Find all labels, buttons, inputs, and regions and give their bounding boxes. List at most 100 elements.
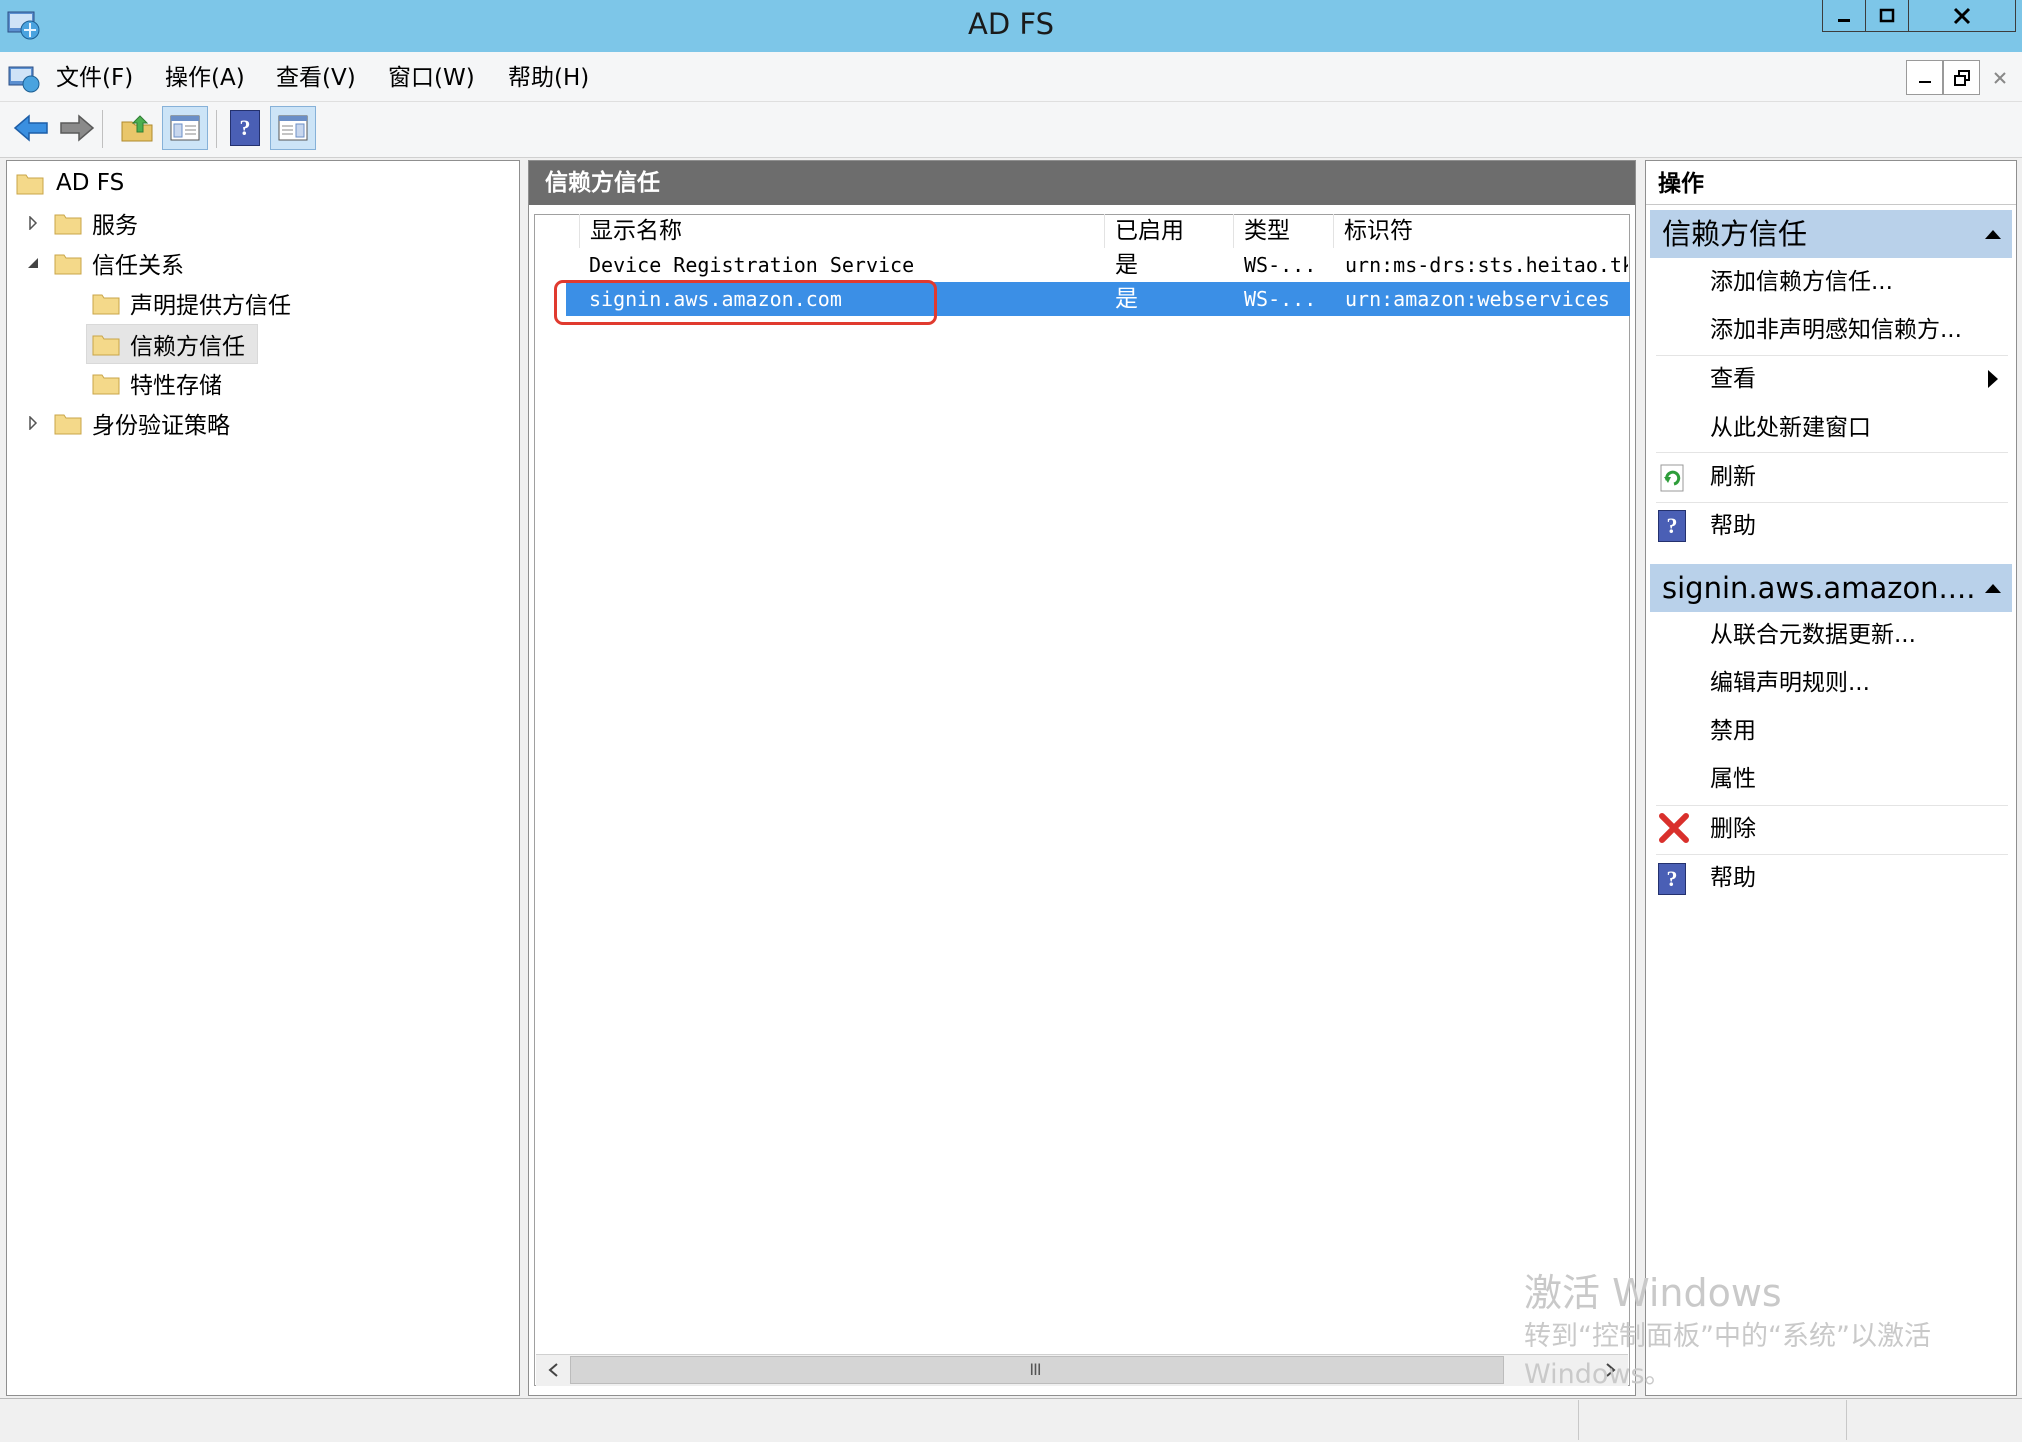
- collapse-triangle-icon[interactable]: [1982, 224, 2004, 244]
- menu-help[interactable]: 帮助(H): [504, 60, 593, 96]
- activation-watermark-title: 激活 Windows: [1524, 1271, 1782, 1315]
- minimize-icon: [1918, 80, 1931, 83]
- menu-window[interactable]: 窗口(W): [384, 60, 479, 96]
- tree-item-label: AD FS: [56, 170, 125, 196]
- actions-section-selected-item[interactable]: signin.aws.amazon....: [1650, 564, 2012, 612]
- folder-icon: [54, 412, 82, 435]
- show-hide-action-pane-icon: [278, 115, 308, 141]
- toolbar-separator: [102, 110, 103, 148]
- action-view[interactable]: 查看: [1650, 355, 2012, 403]
- submenu-arrow-icon: [1986, 368, 2000, 390]
- column-header-identifier[interactable]: 标识符: [1334, 214, 1628, 248]
- up-one-level-button[interactable]: [114, 106, 160, 150]
- show-hide-tree-icon: [170, 115, 200, 141]
- cell-display-name: Device Registration Service: [589, 253, 915, 277]
- collapse-triangle-icon[interactable]: [1982, 578, 2004, 598]
- menu-file[interactable]: 文件(F): [52, 60, 137, 96]
- tree-item-authentication-policies[interactable]: 身份验证策略: [26, 404, 230, 442]
- action-properties[interactable]: 属性: [1650, 755, 2012, 803]
- column-header-enabled[interactable]: 已启用: [1105, 214, 1234, 248]
- child-restore-button[interactable]: [1943, 60, 1980, 95]
- maximize-icon: [1879, 8, 1895, 22]
- cell-identifier: urn:amazon:webservices: [1345, 287, 1610, 311]
- action-add-non-claims-aware-rp[interactable]: 添加非声明感知信赖方...: [1650, 306, 2012, 354]
- tree-item-services[interactable]: 服务: [26, 204, 138, 242]
- close-icon: [1953, 7, 1971, 24]
- cell-type: WS-...: [1244, 287, 1317, 311]
- cell-enabled: 是: [1115, 252, 1138, 278]
- help-button[interactable]: ?: [222, 106, 268, 150]
- activation-watermark-text: Windows。: [1524, 1359, 1672, 1390]
- tree-item-claims-provider-trusts[interactable]: 声明提供方信任: [92, 284, 291, 322]
- console-icon[interactable]: [8, 64, 42, 94]
- actions-pane-title: 操作: [1646, 163, 2016, 205]
- cell-type: WS-...: [1244, 253, 1317, 277]
- activation-watermark-text: 转到“控制面板”中的“系统”以激活: [1524, 1321, 1931, 1352]
- column-header-type[interactable]: 类型: [1234, 214, 1334, 248]
- child-minimize-button[interactable]: [1906, 60, 1943, 95]
- column-header-display-name[interactable]: 显示名称: [580, 214, 1105, 248]
- scroll-grip: III: [1029, 1360, 1041, 1379]
- action-edit-claim-rules[interactable]: 编辑声明规则...: [1650, 659, 2012, 707]
- tree-item-trust-relationships[interactable]: 信任关系: [26, 244, 184, 282]
- window-title: AD FS: [968, 7, 1054, 41]
- action-help-item[interactable]: 帮助: [1650, 854, 2012, 902]
- relying-party-list: [534, 214, 1630, 1386]
- expand-arrow-icon[interactable]: [26, 216, 40, 230]
- status-bar: [0, 1398, 2022, 1442]
- back-button[interactable]: [8, 106, 54, 150]
- console-tree: [6, 160, 520, 1396]
- status-bar-separator: [1846, 1400, 1847, 1440]
- minimize-button[interactable]: [1822, 0, 1866, 32]
- folder-icon: [92, 292, 120, 315]
- toolbar-separator: [216, 110, 217, 148]
- scroll-left-button[interactable]: [538, 1356, 568, 1384]
- forward-button[interactable]: [54, 106, 100, 150]
- action-new-window-from-here[interactable]: 从此处新建窗口: [1650, 404, 2012, 452]
- folder-icon: [16, 172, 44, 195]
- results-pane-title: 信赖方信任: [529, 161, 1635, 205]
- forward-arrow-icon: [60, 114, 95, 142]
- tree-item-label: 服务: [92, 213, 138, 239]
- folder-icon: [54, 212, 82, 235]
- show-hide-action-pane-button[interactable]: [270, 106, 316, 150]
- restore-icon: [1953, 69, 1970, 86]
- action-update-from-federation-metadata[interactable]: 从联合元数据更新...: [1650, 611, 2012, 659]
- action-disable[interactable]: 禁用: [1650, 707, 2012, 755]
- cell-identifier: urn:ms-drs:sts.heitao.tk: [1345, 253, 1628, 277]
- tree-item-adfs-root[interactable]: AD FS: [16, 164, 124, 202]
- expand-arrow-icon[interactable]: [26, 416, 40, 430]
- collapse-arrow-icon[interactable]: [26, 256, 40, 270]
- back-arrow-icon: [13, 114, 48, 142]
- action-delete[interactable]: 删除: [1650, 805, 2012, 853]
- maximize-button[interactable]: [1865, 0, 1909, 32]
- action-add-relying-party-trust[interactable]: 添加信赖方信任...: [1650, 258, 2012, 306]
- tree-item-label: 声明提供方信任: [130, 293, 291, 319]
- section-title: signin.aws.amazon....: [1662, 571, 1976, 605]
- folder-icon: [92, 333, 120, 356]
- section-title: 信赖方信任: [1662, 217, 1808, 251]
- minimize-icon: [1838, 18, 1850, 22]
- tree-item-label: 身份验证策略: [92, 413, 230, 439]
- column-header-icon[interactable]: [536, 214, 580, 248]
- folder-icon: [92, 372, 120, 395]
- show-hide-tree-button[interactable]: [162, 106, 208, 150]
- tree-item-attribute-stores[interactable]: 特性存储: [92, 364, 222, 402]
- up-folder-icon: [121, 115, 153, 142]
- tree-item-label: 特性存储: [130, 373, 222, 399]
- action-help[interactable]: 帮助: [1650, 502, 2012, 550]
- close-button[interactable]: [1908, 0, 2016, 32]
- menu-action[interactable]: 操作(A): [161, 60, 249, 96]
- help-icon: ?: [230, 110, 260, 146]
- tree-item-label: 信任关系: [92, 253, 184, 279]
- status-bar-separator: [1578, 1400, 1579, 1440]
- action-refresh[interactable]: 刷新: [1650, 453, 2012, 501]
- tree-item-relying-party-trusts[interactable]: 信赖方信任: [92, 325, 245, 363]
- menu-view[interactable]: 查看(V): [272, 60, 360, 96]
- annotation-highlight-box: [554, 280, 937, 325]
- close-icon: [1994, 71, 2006, 84]
- child-close-button[interactable]: [1982, 60, 2018, 95]
- chevron-left-icon: [548, 1363, 558, 1377]
- folder-icon: [54, 252, 82, 275]
- actions-section-relying-party-trusts[interactable]: 信赖方信任: [1650, 210, 2012, 258]
